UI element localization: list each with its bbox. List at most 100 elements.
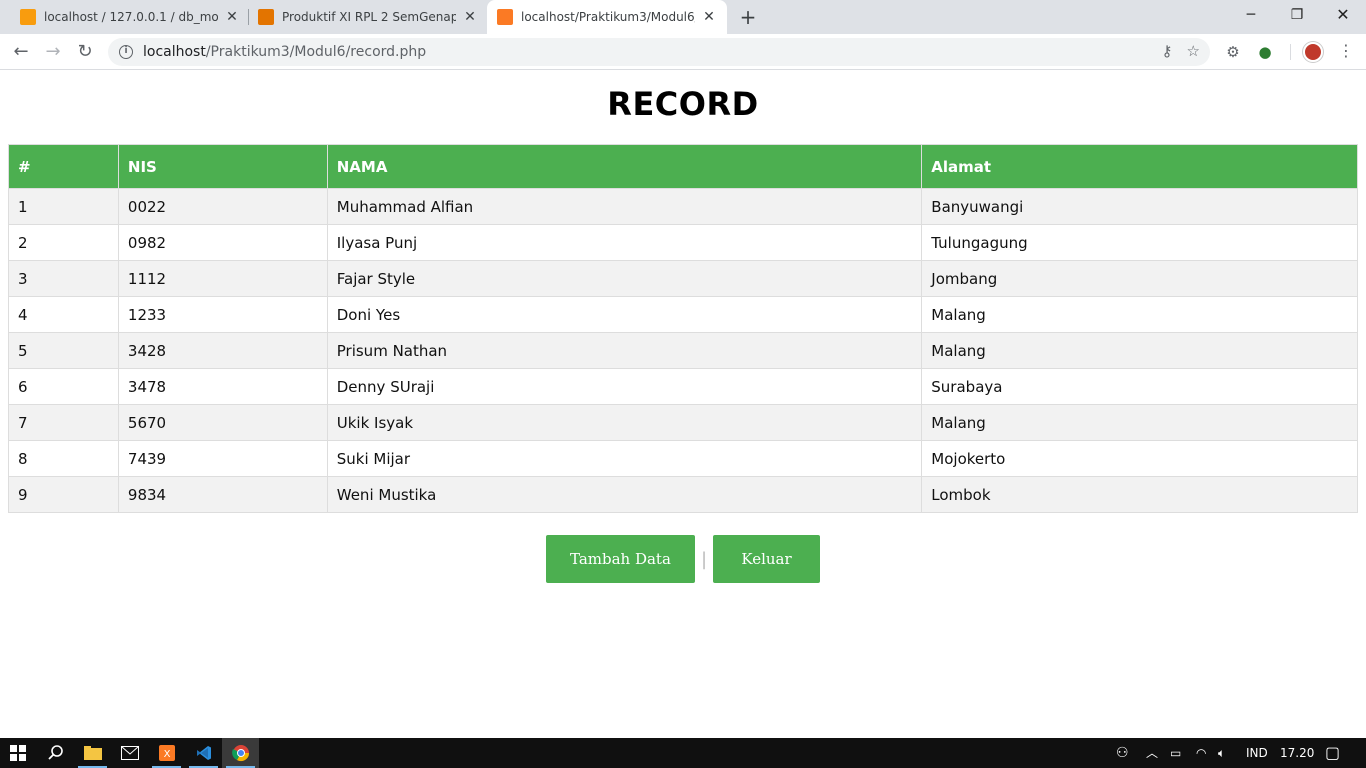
cell-nis: 9834 <box>117 476 328 513</box>
table-header-row: # NIS NAMA Alamat <box>8 144 1358 189</box>
column-header-nama: NAMA <box>326 144 923 189</box>
action-bar: Tambah Data | Keluar <box>0 535 1366 583</box>
cell-alamat: Malang <box>921 296 1358 333</box>
volume-icon[interactable]: 🔈︎ <box>1218 738 1225 768</box>
clock[interactable]: 17.20 <box>1280 738 1314 768</box>
cell-nama: Doni Yes <box>326 296 923 333</box>
tab-title: Produktif XI RPL 2 SemGenap 18 <box>282 10 456 24</box>
close-tab-icon[interactable]: ✕ <box>224 9 240 25</box>
page-content: RECORD # NIS NAMA Alamat 1 0022 Muhammad… <box>0 71 1366 738</box>
svg-text:X: X <box>163 749 170 760</box>
cell-nis: 7439 <box>117 440 328 477</box>
phpmyadmin-favicon-icon <box>20 9 36 25</box>
close-window-button[interactable]: ✕ <box>1320 0 1366 30</box>
cell-nis: 1112 <box>117 260 328 297</box>
logout-button[interactable]: Keluar <box>713 535 821 583</box>
cell-alamat: Tulungagung <box>921 224 1358 261</box>
cell-nis: 0022 <box>117 188 328 225</box>
table-row: 4 1233 Doni Yes Malang <box>8 296 1358 333</box>
record-table: # NIS NAMA Alamat 1 0022 Muhammad Alfian… <box>8 144 1358 513</box>
tab-record[interactable]: localhost/Praktikum3/Modul6/re ✕ <box>487 0 727 34</box>
table-row: 2 0982 Ilyasa Punj Tulungagung <box>8 224 1358 261</box>
url-host: localhost <box>143 44 206 60</box>
cell-nis: 1233 <box>117 296 328 333</box>
notification-icon[interactable]: ▢ <box>1325 738 1340 768</box>
cell-number: 4 <box>8 296 119 333</box>
cell-number: 5 <box>8 332 119 369</box>
address-bar[interactable]: i localhost/Praktikum3/Modul6/record.php… <box>108 38 1210 66</box>
browser-toolbar: ← → ↻ i localhost/Praktikum3/Modul6/reco… <box>0 34 1366 70</box>
minimize-button[interactable]: ─ <box>1228 0 1274 30</box>
globe-extension-icon[interactable]: ● <box>1255 42 1275 62</box>
table-row: 5 3428 Prisum Nathan Malang <box>8 332 1358 369</box>
cell-nis: 5670 <box>117 404 328 441</box>
maximize-button[interactable]: ❐ <box>1274 0 1320 30</box>
cell-number: 6 <box>8 368 119 405</box>
cell-nis: 0982 <box>117 224 328 261</box>
url-path: /Praktikum3/Modul6/record.php <box>205 44 427 60</box>
people-icon[interactable]: ⚇ <box>1116 738 1129 768</box>
chrome-icon[interactable] <box>222 738 259 768</box>
cell-number: 7 <box>8 404 119 441</box>
key-icon[interactable]: ⚷ <box>1162 42 1173 60</box>
cell-alamat: Mojokerto <box>921 440 1358 477</box>
back-icon[interactable]: ← <box>9 40 33 64</box>
cell-nis: 3478 <box>117 368 328 405</box>
vscode-icon[interactable] <box>185 738 222 768</box>
new-tab-button[interactable]: + <box>736 5 760 29</box>
toolbar-divider <box>1290 44 1291 60</box>
chevron-up-icon[interactable]: ︿ <box>1146 738 1158 768</box>
more-menu-icon[interactable]: ⋮ <box>1338 42 1354 62</box>
cell-nama: Ilyasa Punj <box>326 224 923 261</box>
bookmark-star-icon[interactable]: ☆ <box>1187 42 1200 60</box>
profile-avatar[interactable] <box>1303 42 1323 62</box>
file-explorer-icon[interactable] <box>74 738 111 768</box>
cell-number: 9 <box>8 476 119 513</box>
add-data-button[interactable]: Tambah Data <box>545 535 695 583</box>
xampp-favicon-icon <box>497 9 513 25</box>
table-row: 7 5670 Ukik Isyak Malang <box>8 404 1358 441</box>
table-row: 9 9834 Weni Mustika Lombok <box>8 476 1358 513</box>
forward-icon[interactable]: → <box>41 40 65 64</box>
cell-number: 1 <box>8 188 119 225</box>
cell-nama: Muhammad Alfian <box>326 188 923 225</box>
tab-phpmyadmin[interactable]: localhost / 127.0.0.1 / db_moklet ✕ <box>10 0 250 34</box>
cell-nama: Weni Mustika <box>326 476 923 513</box>
cell-alamat: Surabaya <box>921 368 1358 405</box>
tab-title: localhost / 127.0.0.1 / db_moklet <box>44 10 218 24</box>
tab-produktif[interactable]: Produktif XI RPL 2 SemGenap 18 ✕ <box>248 0 488 34</box>
tab-title: localhost/Praktikum3/Modul6/re <box>521 10 695 24</box>
table-row: 3 1112 Fajar Style Jombang <box>8 260 1358 297</box>
xampp-icon[interactable]: X <box>148 738 185 768</box>
windows-start-icon[interactable] <box>0 738 36 768</box>
cell-alamat: Malang <box>921 332 1358 369</box>
cell-number: 8 <box>8 440 119 477</box>
language-indicator[interactable]: IND <box>1246 738 1268 768</box>
cell-alamat: Jombang <box>921 260 1358 297</box>
cell-alamat: Banyuwangi <box>921 188 1358 225</box>
search-icon[interactable] <box>37 738 74 768</box>
cell-number: 3 <box>8 260 119 297</box>
column-header-number: # <box>8 144 119 189</box>
close-tab-icon[interactable]: ✕ <box>701 9 717 25</box>
wifi-icon[interactable]: ◠ <box>1196 738 1206 768</box>
cell-number: 2 <box>8 224 119 261</box>
table-row: 6 3478 Denny SUraji Surabaya <box>8 368 1358 405</box>
button-separator: | <box>700 548 708 570</box>
reload-icon[interactable]: ↻ <box>73 40 97 64</box>
cell-alamat: Lombok <box>921 476 1358 513</box>
page-title: RECORD <box>607 85 759 123</box>
table-row: 8 7439 Suki Mijar Mojokerto <box>8 440 1358 477</box>
battery-icon[interactable]: ▭ <box>1170 738 1181 768</box>
extension-icon[interactable]: ⚙ <box>1223 42 1243 62</box>
taskbar: X ⚇ ︿ ▭ ◠ 🔈︎ IND 17.20 ▢ <box>0 738 1366 768</box>
mail-icon[interactable] <box>111 738 148 768</box>
tab-strip: localhost / 127.0.0.1 / db_moklet ✕ Prod… <box>0 0 1366 34</box>
cell-nama: Prisum Nathan <box>326 332 923 369</box>
cell-nama: Fajar Style <box>326 260 923 297</box>
cell-alamat: Malang <box>921 404 1358 441</box>
close-tab-icon[interactable]: ✕ <box>462 9 478 25</box>
info-icon[interactable]: i <box>119 45 133 59</box>
url-text: localhost/Praktikum3/Modul6/record.php <box>143 44 426 60</box>
table-row: 1 0022 Muhammad Alfian Banyuwangi <box>8 188 1358 225</box>
